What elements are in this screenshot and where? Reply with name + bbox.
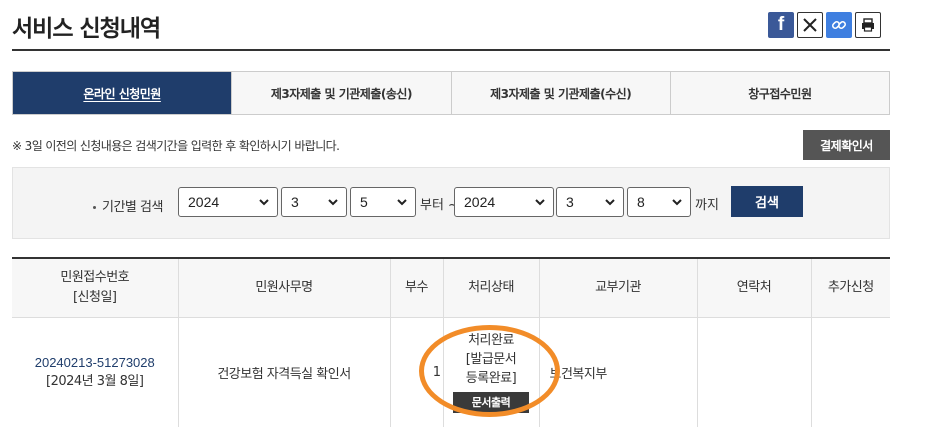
from-day-select[interactable]: 5 [350, 187, 416, 217]
tab-third-party-sent[interactable]: 제3자제출 및 기관제출(송신) [231, 72, 450, 114]
from-month-select[interactable]: 3 [281, 187, 347, 217]
header-agency: 교부기관 [539, 259, 698, 318]
status-cell: 처리완료 [발급문서 등록완료] 문서출력 [443, 317, 540, 427]
status-line2: [발급문서 [465, 352, 517, 368]
to-suffix: 까지 [695, 198, 719, 213]
request-date: [2024년 3월 8일] [46, 374, 144, 390]
receipt-cell: 20240213-51273028 [2024년 3월 8일] [12, 317, 179, 427]
from-day-value: 5 [360, 194, 368, 210]
print-icon[interactable] [855, 12, 881, 38]
to-day-value: 8 [637, 194, 645, 210]
header-receipt-line2: [신청일] [72, 289, 117, 305]
to-year-select[interactable]: 2024 [454, 187, 554, 217]
search-panel: 기간별 검색 2024 3 5 부터 ~ 2024 3 8 까지 검색 [12, 167, 890, 239]
x-icon[interactable] [797, 12, 823, 38]
to-month-select[interactable]: 3 [556, 187, 624, 217]
search-label-text: 기간별 검색 [102, 200, 163, 215]
header-receipt: 민원접수번호 [신청일] [12, 259, 179, 318]
bullet-icon [93, 206, 96, 209]
header-copies: 부수 [390, 259, 444, 318]
facebook-icon[interactable]: f [768, 12, 794, 38]
to-day-select[interactable]: 8 [627, 187, 691, 217]
header-name: 민원사무명 [178, 259, 391, 318]
header-contact: 연락처 [697, 259, 812, 318]
tab-label: 제3자제출 및 기관제출(수신) [490, 86, 632, 101]
to-year-value: 2024 [464, 194, 496, 210]
from-year-value: 2024 [188, 194, 220, 210]
tab-label: 온라인 신청민원 [83, 86, 161, 101]
service-name-cell: 건강보험 자격득실 확인서 [178, 317, 391, 427]
to-month-value: 3 [566, 194, 574, 210]
chevron-down-icon [535, 199, 545, 206]
receipt-number-link[interactable]: 20240213-51273028 [12, 355, 178, 370]
tab-online-requests[interactable]: 온라인 신청민원 [13, 72, 232, 114]
copies-cell: 1 [390, 317, 444, 427]
table-header-row: 민원접수번호 [신청일] 민원사무명 부수 처리상태 교부기관 연락처 추가신청 [12, 259, 890, 318]
table-row: 20240213-51273028 [2024년 3월 8일] 건강보험 자격득… [12, 317, 890, 427]
tab-bar: 온라인 신청민원 제3자제출 및 기관제출(송신) 제3자제출 및 기관제출(수… [12, 71, 890, 115]
header-receipt-line1: 민원접수번호 [60, 269, 130, 285]
facebook-glyph: f [777, 14, 785, 35]
status-line1: 처리완료 [468, 333, 514, 349]
tab-counter-requests[interactable]: 창구접수민원 [669, 72, 889, 114]
search-button[interactable]: 검색 [731, 186, 803, 217]
contact-cell [697, 317, 812, 427]
header-status: 처리상태 [443, 259, 540, 318]
tab-label: 제3자제출 및 기관제출(송신) [270, 86, 413, 101]
page-title: 서비스 신청내역 [12, 16, 161, 42]
request-table: 민원접수번호 [신청일] 민원사무명 부수 처리상태 교부기관 연락처 추가신청 … [12, 259, 890, 427]
from-year-select[interactable]: 2024 [178, 187, 278, 217]
link-icon[interactable] [826, 12, 852, 38]
print-document-button[interactable]: 문서출력 [453, 392, 529, 414]
title-divider [12, 49, 890, 51]
notice-text: ※ 3일 이전의 신청내용은 검색기간을 입력한 후 확인하시기 바랍니다. [12, 139, 340, 153]
chevron-down-icon [328, 199, 338, 206]
share-toolbar: f [768, 12, 881, 38]
chevron-down-icon [259, 199, 269, 206]
chevron-down-icon [605, 199, 615, 206]
payment-confirmation-button[interactable]: 결제확인서 [803, 130, 890, 160]
extra-request-cell [811, 317, 890, 427]
tab-third-party-received[interactable]: 제3자제출 및 기관제출(수신) [450, 72, 670, 114]
chevron-down-icon [397, 199, 407, 206]
agency-cell: 보건복지부 [539, 317, 698, 427]
header-extra: 추가신청 [811, 259, 890, 318]
chevron-down-icon [672, 199, 682, 206]
search-label: 기간별 검색 [93, 196, 163, 215]
from-month-value: 3 [291, 194, 299, 210]
status-line3: 등록완료] [465, 371, 517, 387]
tab-label: 창구접수민원 [748, 86, 812, 101]
